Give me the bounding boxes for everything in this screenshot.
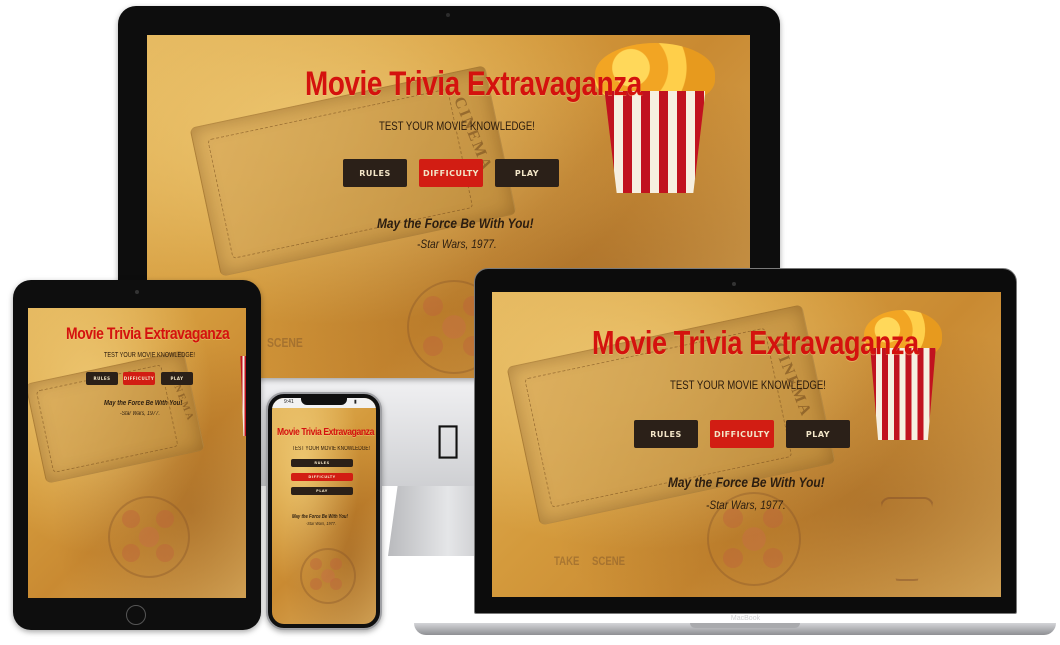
rules-button[interactable]: RULES [86,372,118,385]
ipad-screen: CINEMA Movie Trivia Extravaganza TEST YO… [28,308,246,598]
film-reel-icon [108,496,190,578]
ipad-camera [135,290,139,294]
quote-source: -Star Wars, 1977. [706,498,786,512]
ipad-home-button [126,605,146,625]
iphone-notch [301,397,347,405]
clapperboard-icon: TAKE [554,554,580,568]
iphone-screen: Movie Trivia Extravaganza TEST YOUR MOVI… [272,398,376,624]
play-button[interactable]: PLAY [161,372,193,385]
difficulty-button[interactable]: DIFFICULTY [710,420,774,448]
quote-text: May the Force Be With You! [668,474,825,490]
iphone-time: 9:41 [284,399,294,405]
site-subtitle: TEST YOUR MOVIE KNOWLEDGE! [104,352,195,359]
clapperboard-icon: SCENE [267,335,303,350]
difficulty-button[interactable]: DIFFICULTY [291,473,353,481]
quote-source: -Star Wars, 1977. [120,411,160,417]
ticket-icon: CINEMA [28,350,205,484]
site-title: Movie Trivia Extravaganza [66,324,230,343]
clapperboard-scene-label: SCENE [592,554,626,568]
play-button[interactable]: PLAY [786,420,850,448]
site-subtitle: TEST YOUR MOVIE KNOWLEDGE! [292,446,370,452]
film-reel-icon [300,548,356,604]
site-subtitle: TEST YOUR MOVIE KNOWLEDGE! [670,378,826,392]
macbook-notch [690,623,800,628]
apple-logo-icon:  [430,418,466,460]
macbook-camera [732,282,736,286]
rules-button[interactable]: RULES [634,420,698,448]
quote-text: May the Force Be With You! [104,400,183,407]
site-title: Movie Trivia Extravaganza [277,426,374,438]
difficulty-button[interactable]: DIFFICULTY [419,159,483,187]
imac-camera [446,13,450,17]
quote-text: May the Force Be With You! [377,215,534,231]
quote-source: -Star Wars, 1977. [417,237,497,251]
milkshake-icon [880,497,934,581]
play-button[interactable]: PLAY [495,159,559,187]
site-subtitle: TEST YOUR MOVIE KNOWLEDGE! [379,119,535,133]
play-button[interactable]: PLAY [291,487,353,495]
rules-button[interactable]: RULES [343,159,407,187]
rules-button[interactable]: RULES [291,459,353,467]
popcorn-icon [238,356,246,436]
site-title: Movie Trivia Extravaganza [305,65,642,103]
site-title: Movie Trivia Extravaganza [592,324,919,361]
battery-icon: ▮ [354,399,357,405]
quote-source: -Star Wars, 1977. [306,521,336,526]
quote-text: May the Force Be With You! [292,514,348,520]
difficulty-button[interactable]: DIFFICULTY [123,372,155,385]
macbook-screen: CINEMA TAKE SCENE Movie Trivia Extravaga… [492,292,1001,597]
